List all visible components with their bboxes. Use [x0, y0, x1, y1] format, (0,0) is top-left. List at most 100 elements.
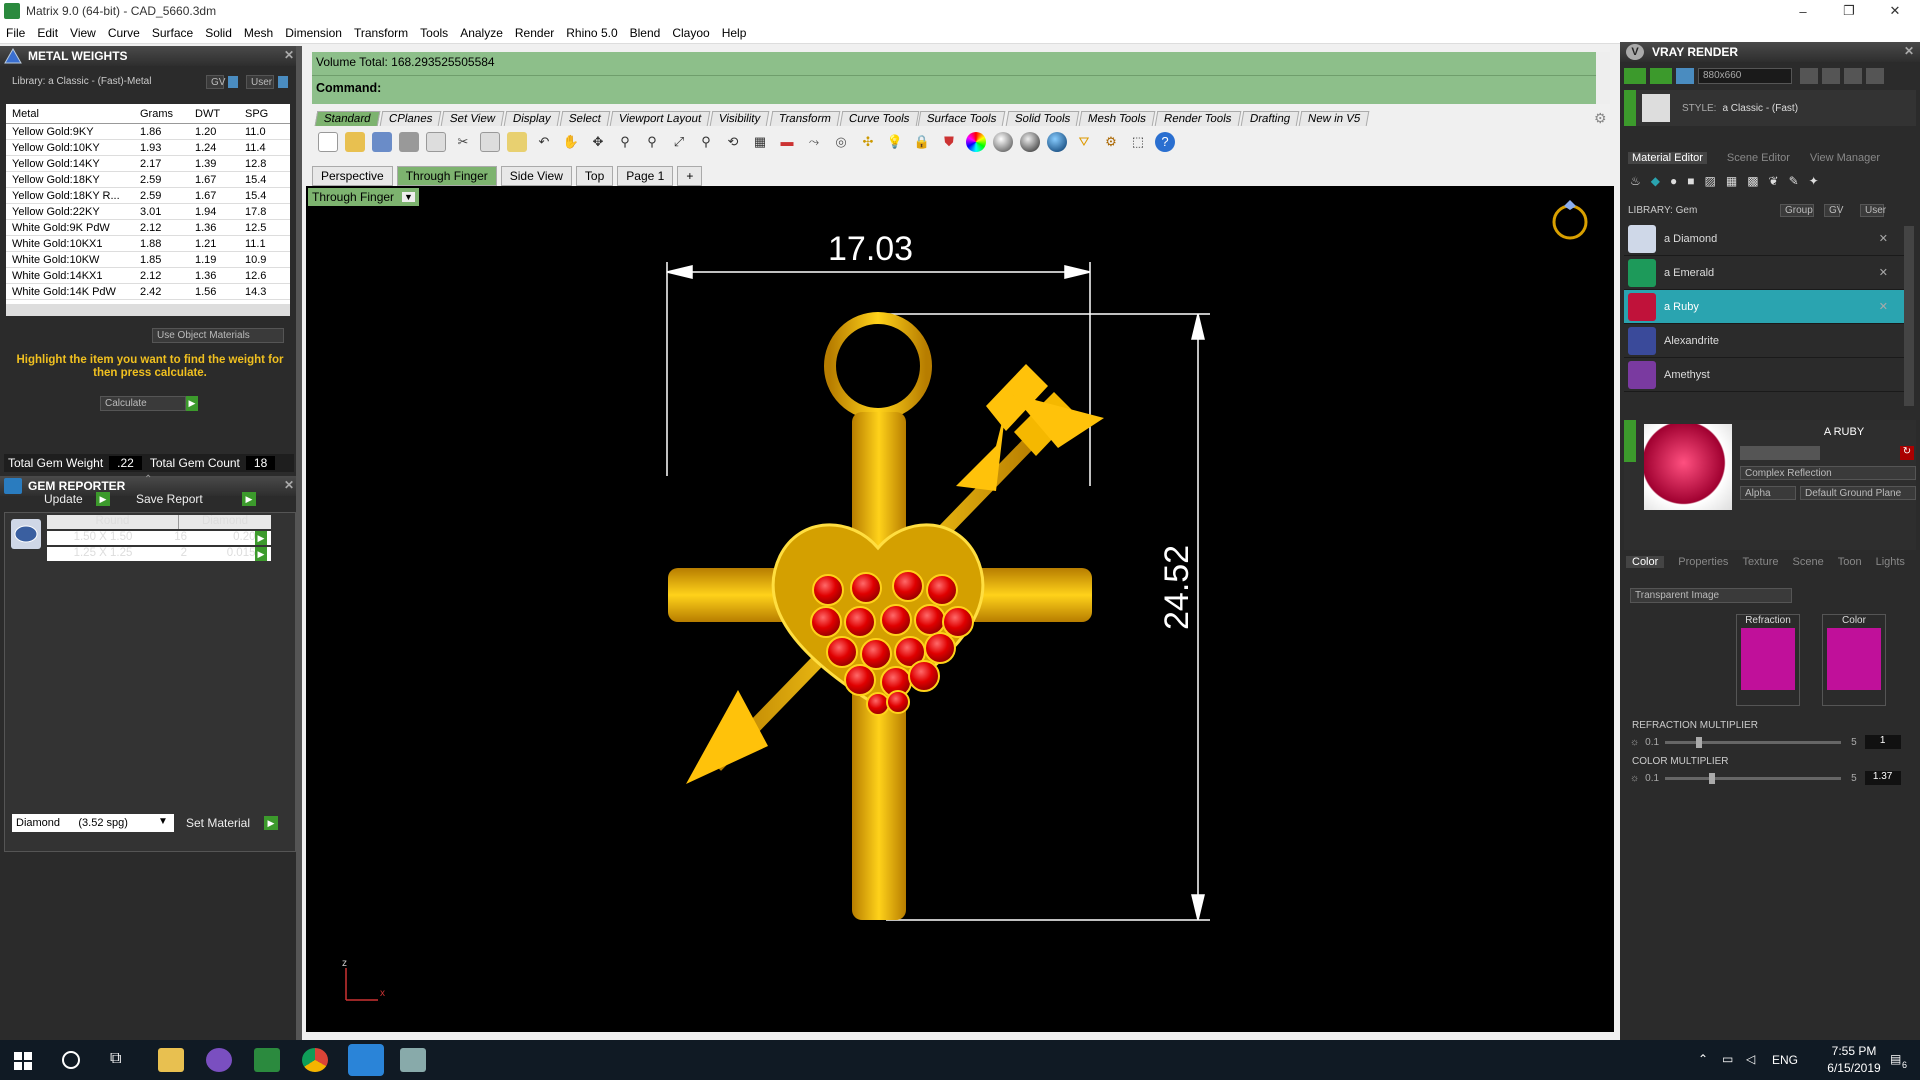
zoom-selected-icon[interactable]: ⚲	[696, 132, 716, 152]
menu-file[interactable]: File	[6, 26, 25, 40]
refraction-value[interactable]: 1	[1864, 735, 1901, 749]
help-icon[interactable]: ?	[1155, 132, 1175, 152]
zalo-icon[interactable]	[348, 1044, 384, 1076]
points-icon[interactable]: ✣	[858, 132, 878, 152]
render-region-icon[interactable]	[1650, 68, 1672, 84]
calculate-arrow-icon[interactable]: ▶	[186, 396, 198, 411]
render-sphere-icon[interactable]	[1047, 132, 1067, 152]
file-explorer-icon[interactable]	[158, 1048, 184, 1072]
user-toggle[interactable]: User	[246, 75, 274, 89]
preview-expander[interactable]	[1624, 420, 1636, 462]
network-icon[interactable]: ▭	[1722, 1052, 1733, 1066]
table-row[interactable]: White Gold:14KX1 2.12 1.36 12.6	[6, 268, 290, 284]
tab-standard[interactable]: Standard	[314, 111, 381, 126]
row-arrow-icon[interactable]: ▶	[255, 531, 267, 545]
task-view-icon[interactable]: ⧉	[110, 1050, 121, 1068]
close-icon[interactable]: ✕	[1879, 232, 1888, 245]
material-actions[interactable]	[1740, 446, 1820, 460]
car-icon[interactable]: ▬	[777, 132, 797, 152]
set-material-arrow-icon[interactable]: ▶	[264, 816, 278, 830]
tab-mesh-tools[interactable]: Mesh Tools	[1078, 111, 1156, 126]
save-report-button[interactable]: Save Report	[136, 492, 203, 506]
chevron-down-icon[interactable]: ▼	[158, 816, 168, 827]
reflection-select[interactable]: Complex Reflection	[1740, 466, 1916, 480]
menu-curve[interactable]: Curve	[108, 26, 140, 40]
chrome-icon[interactable]	[302, 1048, 328, 1072]
brush-icon[interactable]: ✎	[1789, 174, 1799, 188]
col-metal[interactable]: Metal	[6, 108, 136, 120]
menu-tools[interactable]: Tools	[420, 26, 448, 40]
tab-visibility[interactable]: Visibility	[709, 111, 770, 126]
pattern-icon[interactable]: ▩	[1747, 174, 1758, 188]
close-icon[interactable]: ✕	[284, 478, 294, 492]
transparent-image-select[interactable]: Transparent Image	[1630, 588, 1792, 603]
texture-icon[interactable]: ▨	[1705, 174, 1716, 188]
snap-icon[interactable]: ◎	[831, 132, 851, 152]
bulb-icon[interactable]: ✦	[1809, 174, 1819, 188]
move-view-icon[interactable]: ✥	[588, 132, 608, 152]
list-item[interactable]: a Ruby ✕	[1624, 290, 1908, 324]
volume-icon[interactable]: ◁	[1746, 1052, 1755, 1066]
tab-through-finger[interactable]: Through Finger	[396, 166, 497, 186]
notification-icon[interactable]: ▤	[1890, 1052, 1901, 1066]
pan-hand-icon[interactable]: ✋	[561, 132, 581, 152]
grid-icon[interactable]: ▦	[1726, 174, 1737, 188]
table-row[interactable]: Yellow Gold:9KY 1.86 1.20 11.0	[6, 124, 290, 140]
menu-dimension[interactable]: Dimension	[285, 26, 342, 40]
menu-view[interactable]: View	[70, 26, 96, 40]
four-view-icon[interactable]: ▦	[750, 132, 770, 152]
alpha-toggle[interactable]: Alpha	[1740, 486, 1796, 500]
zoom-icon[interactable]: ⚲	[615, 132, 635, 152]
app-icon[interactable]	[400, 1048, 426, 1072]
table-row[interactable]: White Gold:14K PdW 2.42 1.56 14.3	[6, 284, 290, 300]
style-value[interactable]: a Classic - (Fast)	[1722, 103, 1798, 114]
leaf-icon[interactable]: ❦	[1769, 174, 1779, 188]
tab-display[interactable]: Display	[504, 111, 561, 126]
tab-new-in-v5[interactable]: New in V5	[1298, 111, 1370, 126]
clipboard-icon[interactable]	[507, 132, 527, 152]
add-tab-button[interactable]: +	[677, 166, 703, 186]
save-report-arrow-icon[interactable]: ▶	[242, 492, 256, 506]
menu-help[interactable]: Help	[722, 26, 747, 40]
tab-render-tools[interactable]: Render Tools	[1154, 111, 1241, 126]
menu-blend[interactable]: Blend	[630, 26, 661, 40]
color-slider-thumb[interactable]	[1709, 772, 1716, 784]
gear-icon[interactable]: ⚙	[1594, 110, 1607, 127]
rendered-sphere-icon[interactable]	[1020, 132, 1040, 152]
panel-splitter[interactable]	[296, 46, 302, 1040]
color-swatch[interactable]	[1827, 628, 1881, 690]
ground-plane-select[interactable]: Default Ground Plane	[1800, 486, 1916, 500]
command-prompt[interactable]: Command:	[312, 76, 1602, 100]
table-row[interactable]: White Gold:10KX1 1.88 1.21 11.1	[6, 236, 290, 252]
prev-icon[interactable]	[1800, 68, 1818, 84]
list-item[interactable]: Amethyst	[1624, 358, 1908, 392]
copy-icon[interactable]	[480, 132, 500, 152]
tab-top[interactable]: Top	[575, 166, 614, 186]
refraction-swatch[interactable]	[1741, 628, 1795, 690]
lock-icon[interactable]: 🔒	[912, 132, 932, 152]
list-item[interactable]: Alexandrite	[1624, 324, 1908, 358]
tab-toon[interactable]: Toon	[1838, 556, 1862, 568]
filter-icon[interactable]: ⛛	[1074, 132, 1094, 152]
command-scrollbar[interactable]	[1596, 52, 1610, 104]
tab-scene[interactable]: Scene	[1793, 556, 1824, 568]
library-scrollbar[interactable]	[1904, 226, 1914, 406]
close-icon[interactable]: ✕	[1879, 266, 1888, 279]
frame-buffer-icon[interactable]	[1822, 68, 1840, 84]
calculate-button[interactable]: Calculate	[100, 396, 186, 411]
reset-icon[interactable]: ↻	[1900, 446, 1914, 460]
tab-side-view[interactable]: Side View	[500, 166, 572, 186]
resolution-select[interactable]: 880x660	[1698, 68, 1792, 84]
table-row[interactable]: White Gold:10KW 1.85 1.19 10.9	[6, 252, 290, 268]
tab-select[interactable]: Select	[559, 111, 611, 126]
tab-scene-editor[interactable]: Scene Editor	[1727, 152, 1790, 164]
menu-rhino[interactable]: Rhino 5.0	[566, 26, 617, 40]
save-icon[interactable]	[372, 132, 392, 152]
select-tool-icon[interactable]: ⬚	[1128, 132, 1148, 152]
menu-edit[interactable]: Edit	[37, 26, 58, 40]
user-toggle[interactable]: User	[1860, 203, 1886, 217]
table-row[interactable]: Yellow Gold:22KY 3.01 1.94 17.8	[6, 204, 290, 220]
gv-toggle[interactable]: GV	[1824, 203, 1843, 217]
list-item[interactable]: a Emerald ✕	[1624, 256, 1908, 290]
ring-view-icon[interactable]	[1550, 194, 1590, 242]
